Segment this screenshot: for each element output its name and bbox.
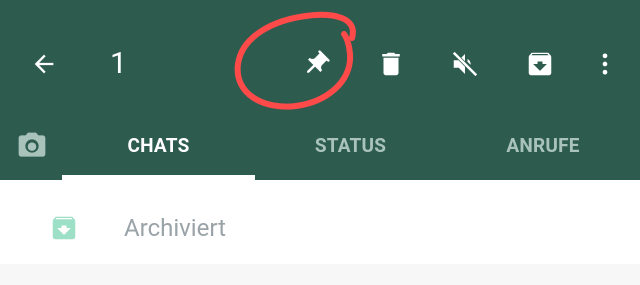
archived-icon (44, 208, 84, 248)
archive-button[interactable] (520, 44, 560, 84)
tab-calls[interactable]: ANRUFE (446, 128, 640, 164)
tab-status[interactable]: STATUS (255, 128, 446, 164)
selection-app-bar: 1 CHATS STATUS ANRUFE (0, 0, 640, 180)
mute-icon (452, 51, 478, 77)
archive-icon (52, 216, 76, 240)
arrow-left-icon (34, 54, 54, 74)
mute-button[interactable] (445, 44, 485, 84)
camera-tab[interactable] (12, 128, 52, 164)
archived-chats-row[interactable] (0, 180, 640, 264)
back-button[interactable] (24, 44, 64, 84)
pin-icon (307, 50, 330, 73)
trash-icon (382, 52, 400, 76)
whatsapp-selection-screen: 1 CHATS STATUS ANRUFE Archiviert (0, 0, 640, 285)
archive-icon (528, 52, 552, 76)
delete-button[interactable] (371, 44, 411, 84)
more-options-button[interactable] (588, 44, 622, 84)
selected-count: 1 (110, 46, 127, 81)
camera-icon (18, 132, 46, 157)
more-vert-icon (602, 53, 608, 75)
pin-button[interactable] (296, 44, 336, 84)
list-divider-area (0, 264, 640, 285)
archived-label: Archiviert (124, 214, 226, 242)
tab-chats[interactable]: CHATS (62, 128, 255, 164)
